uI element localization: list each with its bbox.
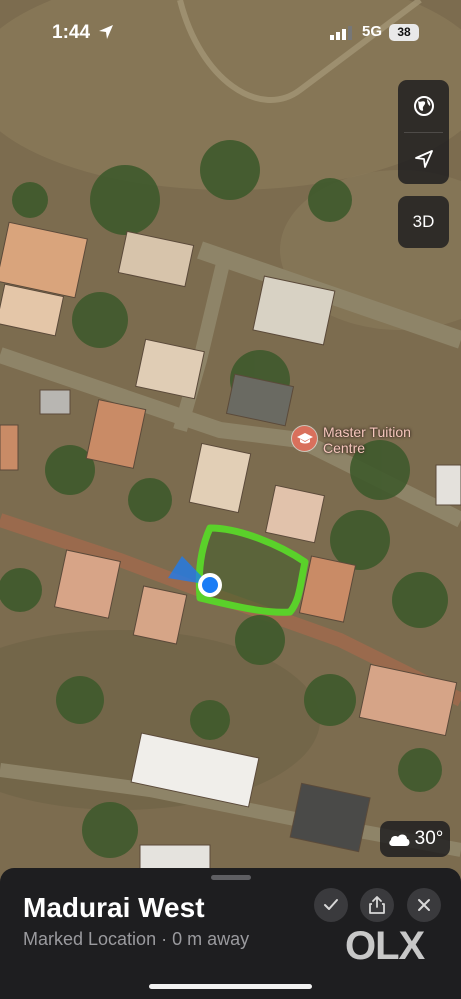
weather-badge[interactable]: 30° — [380, 821, 450, 857]
share-button[interactable] — [360, 888, 394, 922]
temperature: 30° — [414, 828, 444, 849]
poi-master-tuition-centre[interactable]: Master Tuition Centre — [292, 424, 433, 456]
network-type: 5G — [362, 23, 383, 40]
track-location-button[interactable] — [398, 133, 449, 185]
map-style-button[interactable] — [398, 80, 449, 132]
location-arrow-icon — [414, 150, 433, 168]
place-subtitle: Marked Location · 0 m away — [23, 929, 250, 949]
close-button[interactable] — [407, 888, 441, 922]
map-controls — [398, 80, 449, 184]
cellular-signal-icon — [330, 26, 352, 40]
home-indicator[interactable] — [149, 984, 312, 989]
battery-indicator: 38 — [389, 24, 419, 41]
status-bar: 1:44 5G 38 — [0, 0, 461, 62]
place-card[interactable]: Madurai West Marked Location · 0 m away … — [0, 868, 461, 999]
view-3d-button[interactable]: 3D — [398, 196, 449, 248]
graduation-cap-icon — [292, 426, 317, 451]
close-icon — [418, 899, 430, 911]
clock: 1:44 — [52, 22, 91, 43]
globe-icon — [413, 96, 434, 116]
checkmark-icon — [324, 899, 338, 910]
sheet-grabber[interactable] — [211, 875, 251, 880]
share-icon — [369, 896, 385, 914]
location-services-icon — [99, 25, 113, 39]
olx-watermark: OLX — [345, 924, 425, 968]
confirm-button[interactable] — [314, 888, 348, 922]
cloud-icon — [388, 834, 410, 846]
poi-label: Master Tuition Centre — [323, 424, 411, 456]
place-title: Madurai West — [23, 892, 205, 923]
